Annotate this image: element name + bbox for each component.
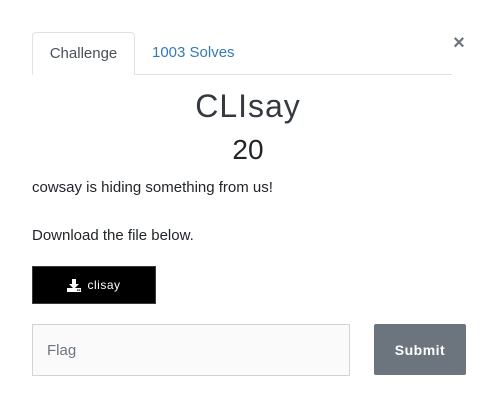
challenge-tabs: Challenge 1003 Solves <box>32 32 452 75</box>
challenge-modal: × Challenge 1003 Solves CLIsay 20 cowsay… <box>0 0 491 419</box>
challenge-description-line: Download the file below. <box>32 227 194 244</box>
tab-solves[interactable]: 1003 Solves <box>136 32 251 73</box>
download-file-button[interactable]: clisay <box>32 266 156 304</box>
flag-input[interactable] <box>32 324 350 376</box>
challenge-title: CLIsay <box>195 88 301 124</box>
tab-challenge[interactable]: Challenge <box>32 32 135 75</box>
close-button[interactable]: × <box>450 32 468 54</box>
download-file-label: clisay <box>87 278 121 292</box>
download-icon <box>67 278 82 292</box>
challenge-points: 20 <box>232 134 264 165</box>
challenge-description-line: cowsay is hiding something from us! <box>32 179 273 196</box>
submit-button[interactable]: Submit <box>374 324 466 375</box>
